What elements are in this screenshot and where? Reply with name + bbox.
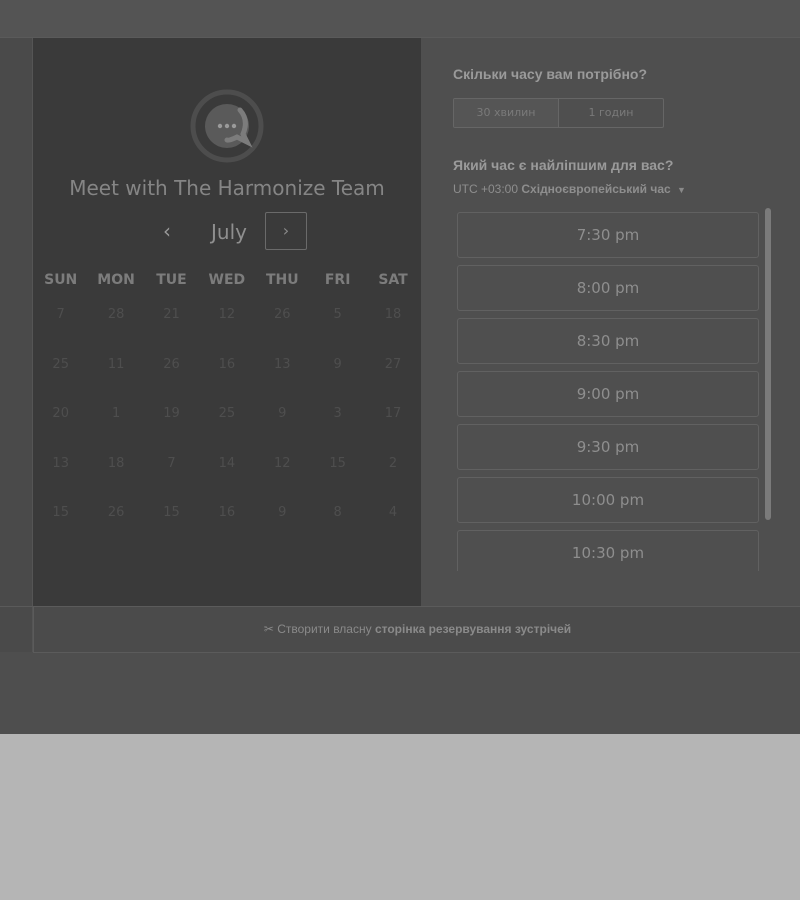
time-slot-button[interactable]: 10:30 pm (457, 530, 759, 571)
calendar-day: 26 (163, 356, 180, 372)
booking-widget: Meet with The Harmonize Team ‹ July › SU… (33, 38, 800, 653)
timezone-offset: UTC +03:00 (453, 182, 519, 196)
calendar-day: 21 (163, 307, 180, 322)
time-slot-button[interactable]: 7:30 pm (457, 212, 759, 258)
timezone-name: Східноєвропейський час (521, 182, 671, 196)
top-bar (0, 0, 800, 38)
chat-logo-icon (190, 89, 264, 163)
calendar-day: 28 (107, 307, 125, 322)
duration-toggle: 30 хвилин 1 годин (453, 98, 664, 128)
weekday-label: THU (265, 272, 299, 288)
calendar-week: 25 11 26 16 13 9 27 (33, 354, 421, 404)
create-booking-page-link[interactable]: ✂ Створити власну сторінка резервування … (34, 607, 800, 652)
calendar-day: 1 (111, 406, 121, 421)
calendar-day: 25 (218, 406, 236, 421)
calendar-day: 14 (218, 455, 236, 471)
time-slot-scrollbar[interactable] (765, 208, 771, 520)
divider (0, 606, 33, 607)
calendar-day: 16 (218, 356, 236, 372)
calendar-day: 3 (333, 406, 342, 421)
calendar-day: 20 (52, 406, 69, 421)
calendar-day: 16 (218, 505, 236, 520)
time-slot-button[interactable]: 8:30 pm (457, 318, 759, 364)
calendar-day: 4 (388, 505, 398, 520)
time-slot-button[interactable]: 10:00 pm (457, 477, 759, 523)
month-navigation: ‹ July › (33, 212, 421, 252)
calendar-day: 7 (167, 455, 176, 471)
calendar-day: 13 (273, 356, 291, 372)
calendar-week: 13 18 7 14 12 15 2 (33, 453, 421, 503)
timezone-selector[interactable]: UTC +03:00 Східноєвропейський час ▼ (453, 182, 686, 196)
calendar-day: 7 (56, 307, 65, 322)
page-title: Meet with The Harmonize Team (69, 176, 385, 200)
left-side-strip (0, 38, 33, 652)
calendar-week: 20 1 19 25 9 3 17 (33, 403, 421, 453)
time-selection-panel: Скільки часу вам потрібно? 30 хвилин 1 г… (421, 38, 800, 606)
weekday-label: FRI (324, 272, 351, 288)
calendar-day: 26 (107, 505, 125, 520)
weekday-header: SUN MON TUE WED THU FRI SAT (33, 272, 421, 292)
calendar-day: 17 (384, 406, 402, 421)
time-slot-button[interactable]: 8:00 pm (457, 265, 759, 311)
time-slot-list: 7:30 pm 8:00 pm 8:30 pm 9:00 pm 9:30 pm … (457, 212, 759, 571)
time-slot-button[interactable]: 9:30 pm (457, 424, 759, 470)
calendar-day: 19 (163, 406, 180, 421)
prev-month-button[interactable]: ‹ (155, 216, 179, 246)
calendar-day: 12 (273, 455, 291, 471)
calendar-day: 18 (384, 307, 402, 322)
scissors-icon: ✂ (263, 622, 274, 636)
calendar-day: 2 (388, 455, 398, 471)
caret-down-icon: ▼ (677, 185, 686, 195)
calendar-day: 9 (278, 505, 287, 520)
calendar-day: 27 (384, 356, 402, 372)
duration-30-min-button[interactable]: 30 хвилин (454, 99, 559, 127)
next-month-button[interactable]: › (265, 212, 307, 250)
weekday-label: MON (97, 272, 135, 288)
calendar-day: 9 (333, 356, 342, 372)
calendar-day: 25 (52, 356, 69, 372)
month-label: July (211, 220, 247, 244)
footer-text-regular: Створити власну (277, 622, 372, 636)
weekday-label: SUN (44, 272, 78, 288)
calendar-day: 8 (333, 505, 342, 520)
time-slot-button[interactable]: 9:00 pm (457, 371, 759, 417)
duration-question: Скільки часу вам потрібно? (453, 66, 648, 82)
weekday-label: SAT (378, 272, 408, 288)
weekday-label: TUE (156, 272, 187, 288)
footer: ✂ Створити власну сторінка резервування … (33, 606, 800, 653)
calendar-day: 9 (278, 406, 287, 421)
time-question: Який час є найліпшим для вас? (453, 157, 674, 173)
calendar-day: 15 (329, 455, 346, 471)
calendar-panel: Meet with The Harmonize Team ‹ July › SU… (33, 38, 421, 606)
weekday-label: WED (208, 272, 246, 288)
calendar-week: 7 28 21 12 26 5 18 (33, 304, 421, 354)
calendar-day: 15 (163, 505, 180, 520)
calendar-day: 13 (52, 455, 69, 471)
calendar-day: 26 (273, 307, 291, 322)
calendar-day: 5 (333, 307, 342, 322)
calendar-week: 15 26 15 16 9 8 4 (33, 502, 421, 552)
footer-text-bold: сторінка резервування зустрічей (374, 622, 572, 636)
duration-1-hour-button[interactable]: 1 годин (559, 99, 663, 127)
calendar-day: 15 (52, 505, 69, 520)
calendar-day: 11 (107, 356, 125, 372)
calendar-day: 12 (218, 307, 236, 322)
calendar-day: 18 (107, 455, 125, 471)
calendar-grid: 7 28 21 12 26 5 18 25 11 26 16 13 9 27 2… (33, 304, 421, 552)
